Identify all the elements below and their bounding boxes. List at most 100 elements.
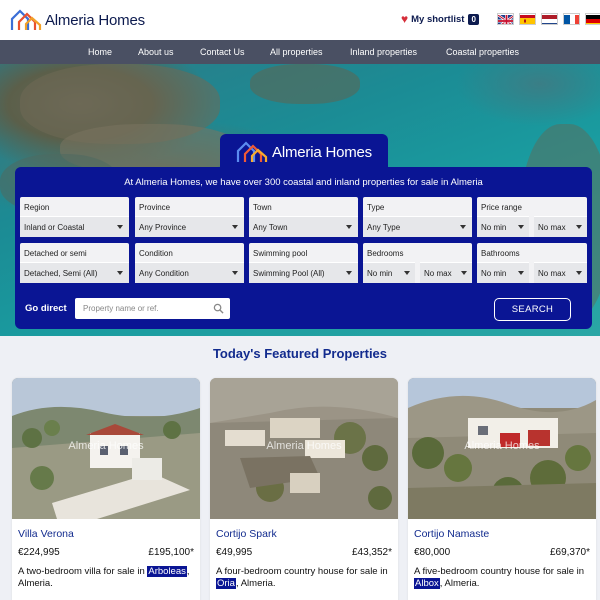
go-direct-label: Go direct	[25, 303, 67, 314]
dropdown-caret-icon	[518, 225, 524, 229]
shortlist-label: My shortlist	[411, 13, 465, 25]
bathrooms-label: Bathrooms	[481, 249, 520, 258]
go-direct-field	[75, 298, 230, 319]
description-text: A two-bedroom villa for sale in	[18, 566, 148, 577]
price-max-select[interactable]: No max	[534, 216, 587, 237]
dropdown-caret-icon	[576, 225, 582, 229]
town-link[interactable]: Albox	[414, 578, 440, 589]
type-value: Any Type	[367, 223, 401, 232]
property-name[interactable]: Villa Verona	[18, 528, 74, 540]
site-logo[interactable]: Almeria Homes	[10, 8, 145, 32]
property-search-panel: At Almeria Homes, we have over 300 coast…	[15, 167, 592, 329]
detached-value: Detached, Semi (All)	[24, 269, 98, 278]
nav-coastal-properties[interactable]: Coastal properties	[446, 47, 519, 57]
property-card[interactable]: Almeria Homes Villa Verona €224,995 £195…	[12, 378, 200, 600]
property-photo[interactable]: Almeria Homes	[12, 378, 200, 519]
property-name[interactable]: Cortijo Spark	[216, 528, 277, 540]
price-euros: €224,995	[18, 547, 60, 558]
shortlist-count-badge: 0	[468, 13, 479, 25]
region-select[interactable]: Region Inland or Coastal	[20, 197, 129, 237]
property-photo[interactable]: Almeria Homes	[408, 378, 596, 519]
heart-icon: ♥	[401, 12, 409, 26]
dropdown-caret-icon	[346, 271, 352, 275]
dropdown-caret-icon	[117, 271, 123, 275]
bedrooms-max-value: No max	[424, 269, 452, 278]
province-select[interactable]: Province Any Province	[135, 197, 244, 237]
bathrooms-min-value: No min	[481, 269, 507, 278]
dropdown-caret-icon	[518, 271, 524, 275]
featured-section-title: Today's Featured Properties	[212, 346, 388, 361]
photo-watermark: Almeria Homes	[68, 440, 144, 452]
bathrooms-max-select[interactable]: No max	[534, 262, 587, 283]
price-euros: €80,000	[414, 547, 451, 558]
search-icon[interactable]	[213, 303, 224, 314]
swimming-pool-select[interactable]: Swimming pool Swimming Pool (All)	[249, 243, 358, 283]
bathrooms-max-value: No max	[538, 269, 566, 278]
price-min-select[interactable]: No min	[477, 216, 529, 237]
bedrooms-max-select[interactable]: No max	[420, 262, 472, 283]
bedrooms-label: Bedrooms	[367, 249, 404, 258]
dropdown-caret-icon	[576, 271, 582, 275]
logo-text: Almeria Homes	[45, 11, 145, 29]
condition-select[interactable]: Condition Any Condition	[135, 243, 244, 283]
dropdown-caret-icon	[117, 225, 123, 229]
flag-france-icon[interactable]	[563, 13, 580, 25]
flag-spain-icon[interactable]	[519, 13, 536, 25]
property-card[interactable]: Almeria Homes Cortijo Spark €49,995 £43,…	[210, 378, 398, 600]
price-range-field: Price range No min No max	[477, 197, 587, 237]
price-max-value: No max	[538, 223, 566, 232]
shortlist-link[interactable]: ♥ My shortlist 0	[401, 13, 479, 25]
dropdown-caret-icon	[404, 271, 410, 275]
bedrooms-min-value: No min	[367, 269, 393, 278]
type-select[interactable]: Type Any Type	[363, 197, 472, 237]
town-link[interactable]: Arboleas	[147, 566, 187, 577]
photo-watermark: Almeria Homes	[464, 440, 540, 452]
search-panel-logo: Almeria Homes	[220, 134, 388, 170]
go-direct-input[interactable]	[75, 298, 230, 319]
town-label: Town	[253, 203, 272, 212]
search-tagline: At Almeria Homes, we have over 300 coast…	[124, 177, 483, 188]
search-panel-logo-text: Almeria Homes	[272, 143, 372, 161]
town-link[interactable]: Oria	[216, 578, 236, 589]
bedrooms-min-select[interactable]: No min	[363, 262, 415, 283]
search-button[interactable]: SEARCH	[494, 298, 571, 321]
condition-value: Any Condition	[139, 269, 189, 278]
dropdown-caret-icon	[460, 225, 466, 229]
swimming-pool-value: Swimming Pool (All)	[253, 269, 325, 278]
bathrooms-min-select[interactable]: No min	[477, 262, 529, 283]
flag-germany-icon[interactable]	[585, 13, 600, 25]
property-photo[interactable]: Almeria Homes	[210, 378, 398, 519]
nav-inland-properties[interactable]: Inland properties	[350, 47, 417, 57]
bedrooms-field: Bedrooms No min No max	[363, 243, 472, 283]
flag-uk-icon[interactable]	[497, 13, 514, 25]
price-min-value: No min	[481, 223, 507, 232]
dropdown-caret-icon	[346, 225, 352, 229]
region-label: Region	[24, 203, 50, 212]
detached-select[interactable]: Detached or semi Detached, Semi (All)	[20, 243, 129, 283]
town-value: Any Town	[253, 223, 288, 232]
bathrooms-field: Bathrooms No min No max	[477, 243, 587, 283]
property-card[interactable]: Almeria Homes Cortijo Namaste €80,000 £6…	[408, 378, 596, 600]
detached-label: Detached or semi	[24, 249, 87, 258]
nav-all-properties[interactable]: All properties	[270, 47, 323, 57]
property-description: A two-bedroom villa for sale in Arboleas…	[18, 566, 196, 590]
nav-contact-us[interactable]: Contact Us	[200, 47, 245, 57]
nav-home[interactable]: Home	[88, 47, 112, 57]
property-name[interactable]: Cortijo Namaste	[414, 528, 489, 540]
description-text: A four-bedroom country house for sale in	[216, 566, 388, 577]
province-value: Any Province	[139, 223, 187, 232]
town-select[interactable]: Town Any Town	[249, 197, 358, 237]
house-logo-icon	[236, 141, 268, 162]
type-label: Type	[367, 203, 385, 212]
region-value: Inland or Coastal	[24, 223, 85, 232]
condition-label: Condition	[139, 249, 173, 258]
property-description: A four-bedroom country house for sale in…	[216, 566, 394, 590]
description-text-end: , Almeria.	[235, 578, 276, 589]
dropdown-caret-icon	[232, 225, 238, 229]
province-label: Province	[139, 203, 171, 212]
nav-about-us[interactable]: About us	[138, 47, 174, 57]
property-description: A five-bedroom country house for sale in…	[414, 566, 592, 590]
flag-netherlands-icon[interactable]	[541, 13, 558, 25]
description-text: A five-bedroom country house for sale in	[414, 566, 585, 577]
price-range-label: Price range	[481, 203, 522, 212]
